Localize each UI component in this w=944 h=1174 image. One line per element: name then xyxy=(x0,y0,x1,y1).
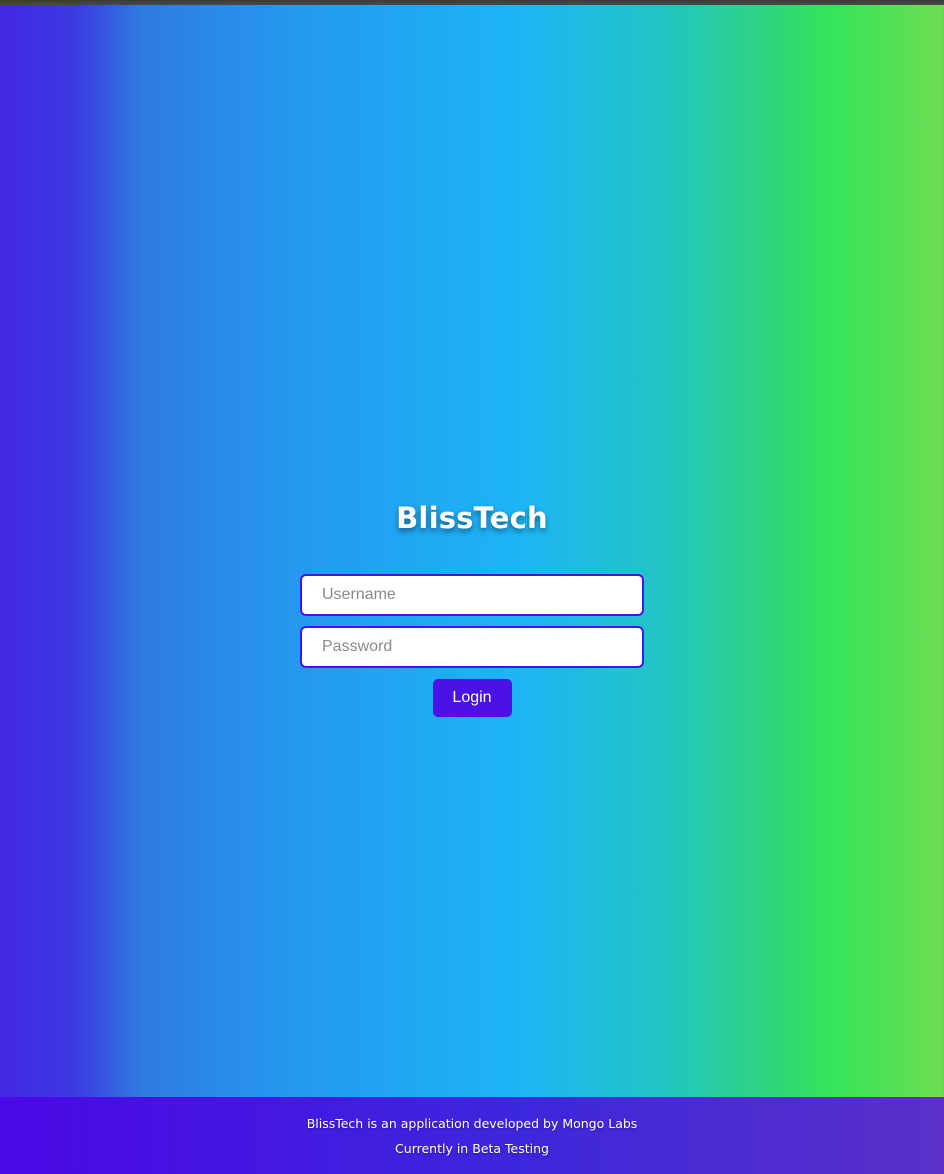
footer: BlissTech is an application developed by… xyxy=(0,1097,944,1174)
login-panel: BlissTech Login xyxy=(0,498,944,717)
brand-title: BlissTech xyxy=(396,501,548,535)
username-input[interactable] xyxy=(300,574,644,616)
login-button[interactable]: Login xyxy=(432,679,512,717)
login-form: Login xyxy=(300,574,644,717)
password-input[interactable] xyxy=(300,626,644,668)
footer-status-text: Currently in Beta Testing xyxy=(395,1140,549,1156)
footer-developer-text: BlissTech is an application developed by… xyxy=(306,1115,638,1131)
